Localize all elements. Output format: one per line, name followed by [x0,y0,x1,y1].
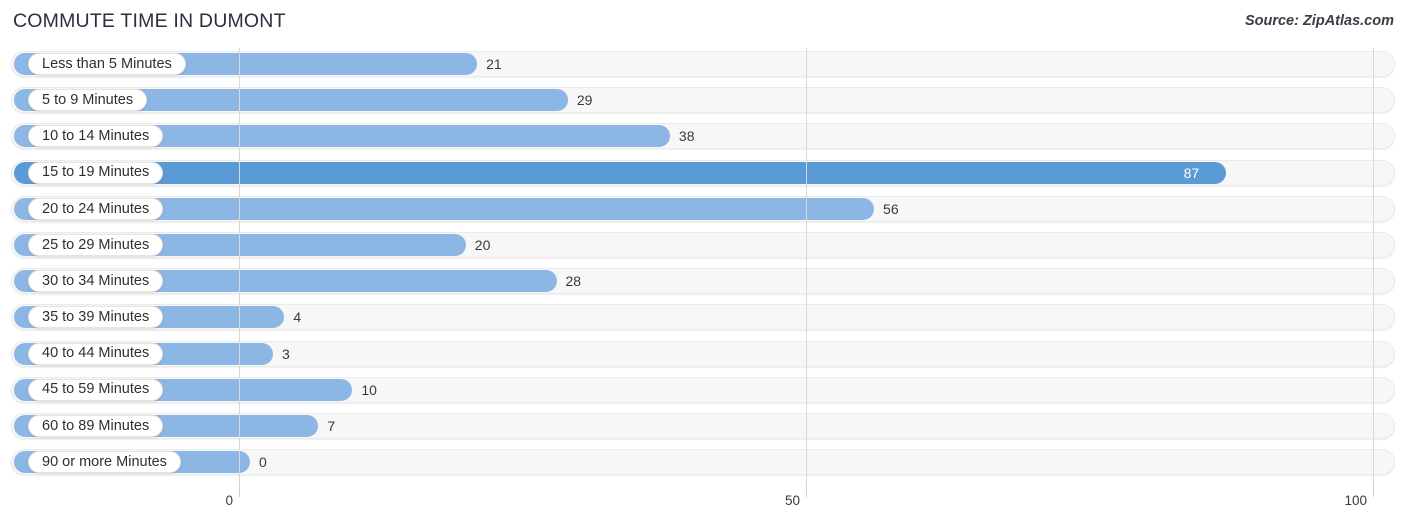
bar-row[interactable]: 10 to 14 Minutes 38 [0,120,1406,156]
bar-value-label: 10 [361,381,377,398]
bar-value-label: 20 [474,236,491,253]
bar-row[interactable]: 25 to 29 Minutes 20 [0,229,1406,265]
bar-value-label: 29 [576,92,593,109]
axis-tick [806,485,807,497]
bar-category-text: 90 or more Minutes [42,453,167,470]
bar-category-label: 30 to 34 Minutes [28,270,164,293]
bar-category-label: 45 to 59 Minutes [28,378,164,401]
bar-category-text: 10 to 14 Minutes [42,128,150,145]
bar-category-label: 90 or more Minutes [28,451,181,474]
bar-category-label: 60 to 89 Minutes [28,414,164,437]
bar-value-label: 21 [486,56,502,72]
bar-row[interactable]: 60 to 89 Minutes 7 [0,410,1406,446]
bar-fill[interactable] [14,161,1226,184]
chart-header: COMMUTE TIME IN DUMONT Source: ZipAtlas.… [0,0,1406,48]
bar-category-label: 20 to 24 Minutes [28,197,164,220]
x-axis: 0 50 100 [0,485,1406,523]
bar-value-label: 0 [259,454,267,471]
bar-category-text: 35 to 39 Minutes [42,309,150,326]
chart-container: COMMUTE TIME IN DUMONT Source: ZipAtlas.… [0,0,1406,523]
axis-tick-label: 50 [784,493,800,508]
bar-row[interactable]: 35 to 39 Minutes 4 [0,301,1406,337]
bar-value-label: 56 [883,200,899,217]
bar-row[interactable]: 15 to 19 Minutes 87 [0,157,1406,193]
bar-row[interactable]: 90 or more Minutes 0 [0,446,1406,482]
bar-category-text: 15 to 19 Minutes [42,164,150,181]
bar-value-label: 7 [327,417,336,434]
bar-row[interactable]: Less than 5 Minutes 21 [0,48,1406,84]
bar-row[interactable]: 20 to 24 Minutes 56 [0,193,1406,229]
bar-category-label: 15 to 19 Minutes [28,161,164,184]
bar-category-text: 30 to 34 Minutes [42,272,150,289]
bar-category-text: 20 to 24 Minutes [42,200,150,217]
bar-row[interactable]: 40 to 44 Minutes 3 [0,338,1406,374]
bar-value-label: 38 [678,128,695,145]
bar-category-label: 5 to 9 Minutes [28,89,148,112]
bar-category-text: Less than 5 Minutes [42,55,172,72]
bar-row[interactable]: 45 to 59 Minutes 10 [0,374,1406,410]
bar-category-text: 45 to 59 Minutes [42,381,150,398]
bar-value-label: 28 [565,273,582,290]
bar-category-text: 60 to 89 Minutes [42,417,150,434]
bar-category-label: 40 to 44 Minutes [28,342,164,365]
bar-row[interactable]: 30 to 34 Minutes 28 [0,265,1406,301]
page-title: COMMUTE TIME IN DUMONT [13,10,286,32]
bar-value-label: 4 [293,309,302,326]
bar-category-label: 35 to 39 Minutes [28,306,164,329]
bar-rows: Less than 5 Minutes 21 5 to 9 Minutes 29 10 … [0,48,1406,482]
bar-category-text: 40 to 44 Minutes [42,345,150,362]
bar-value-label: 3 [282,345,290,362]
axis-tick [239,485,240,497]
bar-category-label: 25 to 29 Minutes [28,233,164,256]
bar-category-text: 25 to 29 Minutes [42,236,150,253]
axis-tick-label: 0 [225,493,233,508]
bar-value-label: 87 [1183,164,1200,181]
bar-category-label: 10 to 14 Minutes [28,125,164,148]
axis-tick-label: 100 [1344,493,1367,508]
bar-row[interactable]: 5 to 9 Minutes 29 [0,84,1406,120]
bar-category-label: Less than 5 Minutes [28,53,186,75]
axis-tick [1373,485,1374,497]
bar-category-text: 5 to 9 Minutes [42,91,134,108]
plot-area: Less than 5 Minutes 21 5 to 9 Minutes 29 10 … [0,48,1406,485]
source-attribution: Source: ZipAtlas.com [1244,13,1394,29]
